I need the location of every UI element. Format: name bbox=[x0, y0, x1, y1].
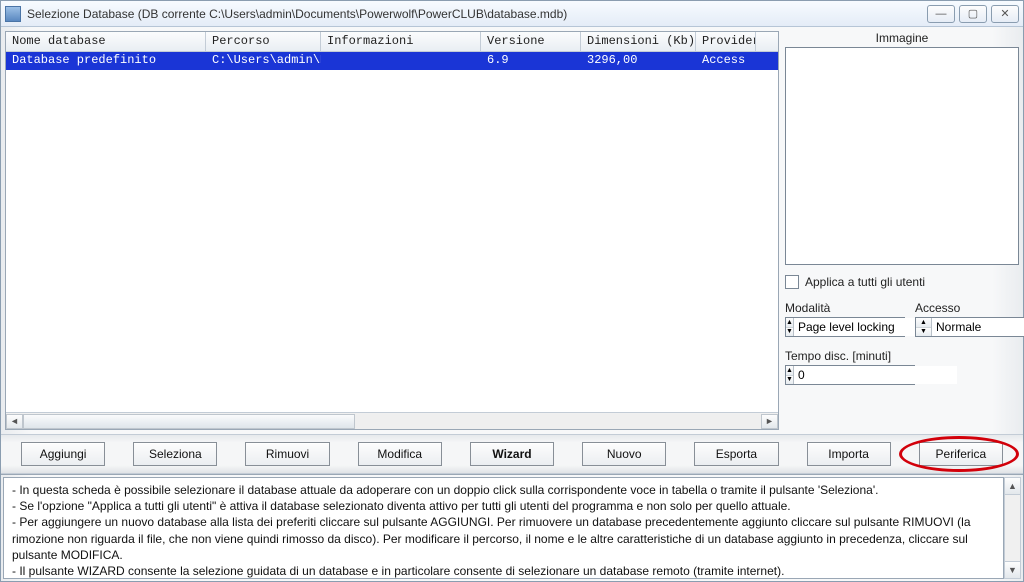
image-section: Immagine bbox=[785, 31, 1019, 265]
window-title: Selezione Database (DB corrente C:\Users… bbox=[27, 7, 927, 21]
td-size: 3296,00 bbox=[581, 52, 696, 70]
th-info[interactable]: Informazioni bbox=[321, 32, 481, 51]
close-button[interactable]: ✕ bbox=[991, 5, 1019, 23]
help-text: - In questa scheda è possibile seleziona… bbox=[3, 477, 1004, 579]
timeout-label: Tempo disc. [minuti] bbox=[785, 349, 1019, 363]
mode-input[interactable]: ▲▼ bbox=[785, 317, 905, 337]
edit-button[interactable]: Modifica bbox=[358, 442, 442, 466]
table-body: Database predefinito C:\Users\admin\Doc … bbox=[6, 52, 778, 412]
scroll-up-icon[interactable]: ▲ bbox=[1005, 478, 1020, 495]
scroll-left-icon[interactable]: ◄ bbox=[6, 414, 23, 429]
help-line: - Se l'opzione "Applica a tutti gli uten… bbox=[12, 498, 995, 514]
database-table: Nome database Percorso Informazioni Vers… bbox=[5, 31, 779, 430]
access-value[interactable] bbox=[932, 318, 1024, 336]
td-version: 6.9 bbox=[481, 52, 581, 70]
minimize-button[interactable]: — bbox=[927, 5, 955, 23]
titlebar: Selezione Database (DB corrente C:\Users… bbox=[1, 1, 1023, 27]
mode-label: Modalità bbox=[785, 301, 905, 315]
td-info bbox=[321, 52, 481, 70]
mode-field: Modalità ▲▼ bbox=[785, 301, 905, 337]
import-button[interactable]: Importa bbox=[807, 442, 891, 466]
scroll-vtrack[interactable] bbox=[1005, 495, 1020, 561]
access-input[interactable]: ▲▼ bbox=[915, 317, 1024, 337]
th-name[interactable]: Nome database bbox=[6, 32, 206, 51]
timeout-spinner[interactable]: ▲▼ bbox=[786, 366, 794, 384]
apply-all-row: Applica a tutti gli utenti bbox=[785, 275, 1019, 289]
app-icon bbox=[5, 6, 21, 22]
timeout-field: Tempo disc. [minuti] ▲▼ bbox=[785, 349, 1019, 385]
th-provider[interactable]: Provider bbox=[696, 32, 756, 51]
side-panel: Immagine Applica a tutti gli utenti Moda… bbox=[785, 31, 1019, 430]
mode-spinner[interactable]: ▲▼ bbox=[786, 318, 794, 336]
scroll-thumb[interactable] bbox=[23, 414, 355, 429]
apply-all-checkbox[interactable] bbox=[785, 275, 799, 289]
access-spinner[interactable]: ▲▼ bbox=[916, 318, 932, 336]
help-line: - Per aggiungere un nuovo database alla … bbox=[12, 514, 995, 563]
access-field: Accesso ▲▼ bbox=[915, 301, 1024, 337]
image-label: Immagine bbox=[785, 31, 1019, 45]
new-button[interactable]: Nuovo bbox=[582, 442, 666, 466]
th-path[interactable]: Percorso bbox=[206, 32, 321, 51]
scroll-track[interactable] bbox=[23, 414, 761, 429]
button-row: Aggiungi Seleziona Rimuovi Modifica Wiza… bbox=[1, 434, 1023, 474]
select-button[interactable]: Seleziona bbox=[133, 442, 217, 466]
th-version[interactable]: Versione bbox=[481, 32, 581, 51]
help-scrollbar[interactable]: ▲ ▼ bbox=[1004, 477, 1021, 579]
maximize-button[interactable]: ▢ bbox=[959, 5, 987, 23]
horizontal-scrollbar[interactable]: ◄ ► bbox=[6, 412, 778, 429]
scroll-right-icon[interactable]: ► bbox=[761, 414, 778, 429]
td-path: C:\Users\admin\Doc bbox=[206, 52, 321, 70]
help-line: - Il pulsante WIZARD consente la selezio… bbox=[12, 563, 995, 579]
wizard-button[interactable]: Wizard bbox=[470, 442, 554, 466]
apply-all-label: Applica a tutti gli utenti bbox=[805, 275, 925, 289]
table-row[interactable]: Database predefinito C:\Users\admin\Doc … bbox=[6, 52, 778, 70]
remove-button[interactable]: Rimuovi bbox=[245, 442, 329, 466]
access-label: Accesso bbox=[915, 301, 1024, 315]
export-button[interactable]: Esporta bbox=[694, 442, 778, 466]
device-button[interactable]: Periferica bbox=[919, 442, 1003, 466]
td-name: Database predefinito bbox=[6, 52, 206, 70]
td-provider: Access bbox=[696, 52, 756, 70]
scroll-down-icon[interactable]: ▼ bbox=[1005, 561, 1020, 578]
add-button[interactable]: Aggiungi bbox=[21, 442, 105, 466]
upper-panel: Nome database Percorso Informazioni Vers… bbox=[1, 27, 1023, 434]
help-wrap: - In questa scheda è possibile seleziona… bbox=[1, 474, 1023, 581]
app-window: Selezione Database (DB corrente C:\Users… bbox=[0, 0, 1024, 582]
th-size[interactable]: Dimensioni (Kb) bbox=[581, 32, 696, 51]
timeout-value[interactable] bbox=[794, 366, 957, 384]
mode-access-row: Modalità ▲▼ Accesso ▲▼ bbox=[785, 301, 1019, 337]
image-preview bbox=[785, 47, 1019, 265]
help-line: - In questa scheda è possibile seleziona… bbox=[12, 482, 995, 498]
window-controls: — ▢ ✕ bbox=[927, 5, 1019, 23]
content-area: Nome database Percorso Informazioni Vers… bbox=[1, 27, 1023, 581]
timeout-input[interactable]: ▲▼ bbox=[785, 365, 915, 385]
table-header: Nome database Percorso Informazioni Vers… bbox=[6, 32, 778, 52]
